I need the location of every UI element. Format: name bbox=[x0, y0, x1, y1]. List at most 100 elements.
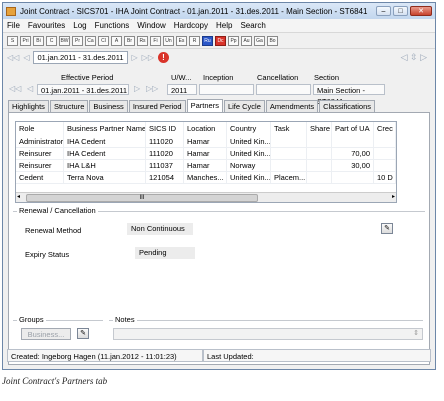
column-header-sics-id[interactable]: SICS ID bbox=[146, 122, 184, 136]
figure-caption: Joint Contract's Partners tab bbox=[2, 376, 108, 386]
period-navigation: ◁◁ ◁ 01.jan.2011 - 31.des.2011 ▷ ▷▷ ! ◁ … bbox=[3, 48, 435, 65]
renewal-method-label: Renewal Method bbox=[25, 226, 82, 235]
column-header-task[interactable]: Task bbox=[271, 122, 307, 136]
section-label: Section bbox=[314, 73, 340, 82]
toolbar-cl-icon[interactable]: Cl bbox=[98, 35, 109, 46]
toolbar-a-icon[interactable]: A bbox=[111, 35, 122, 46]
column-header-country[interactable]: Country bbox=[227, 122, 271, 136]
effective-period-value: 01.jan.2011 - 31.des.2011 bbox=[37, 84, 129, 95]
menu-log[interactable]: Log bbox=[73, 21, 86, 30]
menu-help[interactable]: Help bbox=[216, 21, 232, 30]
first-period-icon[interactable]: ◁◁ bbox=[7, 53, 19, 62]
header-last-icon[interactable]: ▷▷ bbox=[146, 84, 158, 93]
cell-share bbox=[307, 148, 332, 159]
section-navigation-icon[interactable]: ◁ ⇳ ▷ bbox=[401, 52, 427, 63]
cancellation-label: Cancellation bbox=[257, 73, 299, 82]
toolbar-bo-icon[interactable]: Bo bbox=[267, 35, 278, 46]
toolbar-s-icon[interactable]: S bbox=[7, 35, 18, 46]
close-button[interactable]: ✕ bbox=[410, 6, 432, 16]
menu-hardcopy[interactable]: Hardcopy bbox=[174, 21, 208, 30]
cell-crec bbox=[374, 160, 396, 171]
tab-strip: Highlights Structure Business Insured Pe… bbox=[8, 99, 430, 113]
toolbar: S Pri Bi C BW Pr Ca Cl A Br Rs Fi Un Es … bbox=[3, 32, 435, 48]
tab-partners[interactable]: Partners bbox=[186, 99, 223, 113]
partners-table: Role Business Partner Name SICS ID Locat… bbox=[15, 121, 397, 203]
toolbar-pp-icon[interactable]: Pp bbox=[228, 35, 239, 46]
table-row[interactable]: Administrator IHA Cedent 111020 Hamar Un… bbox=[16, 136, 396, 148]
header-next-icon[interactable]: ▷ bbox=[134, 84, 140, 93]
menu-functions[interactable]: Functions bbox=[95, 21, 130, 30]
toolbar-br-icon[interactable]: Br bbox=[124, 35, 135, 46]
toolbar-ca-icon[interactable]: Ca bbox=[85, 35, 96, 46]
cell-partner-name: IHA Cedent bbox=[64, 136, 146, 147]
cell-location: Hamar bbox=[184, 148, 227, 159]
uw-label: U/W... bbox=[171, 73, 192, 82]
menu-window[interactable]: Window bbox=[137, 21, 165, 30]
renewal-method-value: Non Continuous bbox=[127, 223, 193, 235]
toolbar-fi-icon[interactable]: Fi bbox=[150, 35, 161, 46]
notes-spin-icon[interactable]: ⇕ bbox=[413, 329, 419, 337]
menu-favourites[interactable]: Favourites bbox=[28, 21, 65, 30]
groups-section: Groups bbox=[13, 315, 103, 324]
cell-share bbox=[307, 136, 332, 147]
toolbar-r-icon[interactable]: R bbox=[189, 35, 200, 46]
toolbar-au-icon[interactable]: Au bbox=[241, 35, 252, 46]
cell-part-of-ua: 30,00 bbox=[332, 160, 374, 171]
column-header-partner-name[interactable]: Business Partner Name bbox=[64, 122, 146, 136]
table-row[interactable]: Reinsurer IHA Cedent 111020 Hamar United… bbox=[16, 148, 396, 160]
toolbar-ga-icon[interactable]: Ga bbox=[254, 35, 265, 46]
scroll-thumb[interactable]: III bbox=[26, 194, 258, 202]
toolbar-bi-icon[interactable]: Bi bbox=[33, 35, 44, 46]
renewal-edit-icon[interactable]: ✎ bbox=[381, 223, 393, 234]
cell-part-of-ua bbox=[332, 172, 374, 183]
toolbar-pr-icon[interactable]: Pr bbox=[72, 35, 83, 46]
stop-icon[interactable]: ! bbox=[157, 51, 169, 63]
toolbar-es-icon[interactable]: Es bbox=[176, 35, 187, 46]
minimize-button[interactable]: – bbox=[376, 6, 391, 16]
notes-field[interactable]: ⇕ bbox=[113, 328, 423, 340]
table-row[interactable]: Cedent Terra Nova 121054 Manches... Unit… bbox=[16, 172, 396, 184]
cell-country: United Kin... bbox=[227, 148, 271, 159]
inception-value bbox=[199, 84, 254, 95]
maximize-button[interactable]: □ bbox=[393, 6, 408, 16]
effective-period-label: Effective Period bbox=[61, 73, 114, 82]
next-period-icon[interactable]: ▷ bbox=[132, 53, 138, 62]
column-header-role[interactable]: Role bbox=[16, 122, 64, 136]
title-bar: Joint Contract - SICS701 - IHA Joint Con… bbox=[3, 3, 435, 19]
menu-file[interactable]: File bbox=[7, 21, 20, 30]
column-header-location[interactable]: Location bbox=[184, 122, 227, 136]
column-header-crec[interactable]: Crec bbox=[374, 122, 396, 136]
menu-bar: File Favourites Log Functions Window Har… bbox=[3, 19, 435, 32]
table-row[interactable]: Reinsurer IHA L&H 111037 Hamar Norway 30… bbox=[16, 160, 396, 172]
toolbar-c-icon[interactable]: C bbox=[46, 35, 57, 46]
header-previous-icon[interactable]: ◁ bbox=[27, 84, 33, 93]
window-title: Joint Contract - SICS701 - IHA Joint Con… bbox=[20, 6, 368, 16]
cell-location: Manches... bbox=[184, 172, 227, 183]
period-field[interactable]: 01.jan.2011 - 31.des.2011 bbox=[33, 50, 128, 64]
scroll-right-icon[interactable]: ▸ bbox=[392, 193, 395, 201]
toolbar-un-icon[interactable]: Un bbox=[163, 35, 174, 46]
toolbar-ru-icon[interactable]: Ru bbox=[202, 35, 213, 46]
toolbar-bw-icon[interactable]: BW bbox=[59, 35, 70, 46]
column-header-share[interactable]: Share bbox=[307, 122, 332, 136]
menu-search[interactable]: Search bbox=[240, 21, 265, 30]
cell-location: Hamar bbox=[184, 136, 227, 147]
cell-task bbox=[271, 160, 307, 171]
toolbar-dc-icon[interactable]: Dc bbox=[215, 35, 226, 46]
last-period-icon[interactable]: ▷▷ bbox=[142, 53, 154, 62]
toolbar-pri-icon[interactable]: Pri bbox=[20, 35, 31, 46]
scroll-left-icon[interactable]: ◂ bbox=[17, 193, 20, 201]
cell-sics-id: 111020 bbox=[146, 136, 184, 147]
previous-period-icon[interactable]: ◁ bbox=[23, 53, 29, 62]
header-first-icon[interactable]: ◁◁ bbox=[9, 84, 21, 93]
horizontal-scrollbar[interactable]: ◂ III ▸ bbox=[16, 192, 396, 202]
notes-legend: Notes bbox=[113, 315, 137, 324]
expiry-status-value: Pending bbox=[135, 247, 195, 259]
toolbar-rs-icon[interactable]: Rs bbox=[137, 35, 148, 46]
cell-partner-name: IHA L&H bbox=[64, 160, 146, 171]
groups-edit-icon[interactable]: ✎ bbox=[77, 328, 89, 339]
cell-part-of-ua: 70,00 bbox=[332, 148, 374, 159]
business-button[interactable]: Business... bbox=[21, 328, 71, 340]
cell-crec bbox=[374, 136, 396, 147]
column-header-part-of-ua[interactable]: Part of UA bbox=[332, 122, 374, 136]
